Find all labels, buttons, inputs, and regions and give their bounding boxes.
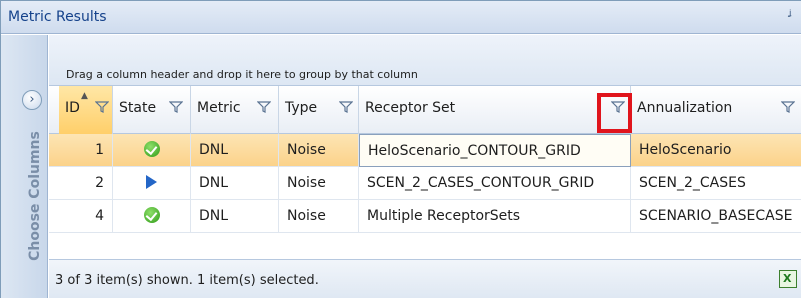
cell-annualization[interactable]: HeloScenario — [631, 134, 801, 167]
table-row[interactable]: 4 DNL Noise Multiple ReceptorSets SCENAR… — [49, 200, 801, 233]
status-text: 3 of 3 item(s) shown. 1 item(s) selected… — [55, 273, 319, 288]
column-header-label: State — [119, 100, 157, 116]
cell-id[interactable]: 2 — [59, 167, 113, 200]
cell-type[interactable]: Noise — [279, 167, 359, 200]
cell-id[interactable]: 4 — [59, 200, 113, 233]
highlighted-filter-callout — [597, 93, 632, 133]
cell-state[interactable] — [113, 134, 191, 167]
cell-receptor-set[interactable]: Multiple ReceptorSets — [359, 200, 631, 233]
expand-arrow-icon[interactable]: › — [22, 90, 42, 110]
filter-icon[interactable] — [339, 100, 353, 114]
cell-type[interactable]: Noise — [279, 134, 359, 167]
filter-icon[interactable] — [257, 100, 271, 114]
filter-icon[interactable] — [95, 100, 109, 114]
column-header-receptor-set[interactable]: Receptor Set — [359, 86, 631, 134]
grid-header: ID ▲ State Metric Type Receptor Set Annu… — [49, 86, 801, 134]
cell-annualization[interactable]: SCEN_2_CASES — [631, 167, 801, 200]
pin-icon[interactable]: ᶨ — [789, 8, 792, 24]
cell-receptor-set[interactable]: HeloScenario_CONTOUR_GRID — [359, 134, 631, 167]
column-header-type[interactable]: Type — [279, 86, 359, 134]
filter-icon[interactable] — [169, 100, 183, 114]
panel-title: Metric Results — [8, 9, 107, 25]
table-row[interactable]: 1 DNL Noise HeloScenario_CONTOUR_GRID He… — [49, 134, 801, 167]
group-by-hint: Drag a column header and drop it here to… — [66, 68, 418, 81]
column-header-label: ID — [65, 100, 80, 116]
choose-columns-sidebar[interactable]: › Choose Columns — [1, 35, 48, 298]
filter-icon[interactable] — [781, 100, 795, 114]
cell-metric[interactable]: DNL — [191, 167, 279, 200]
complete-checkmark-icon — [143, 141, 160, 157]
column-header-annualization[interactable]: Annualization — [631, 86, 801, 134]
column-header-metric[interactable]: Metric — [191, 86, 279, 134]
column-header-label: Type — [285, 100, 318, 116]
column-header-label: Receptor Set — [365, 100, 456, 116]
column-header-label: Annualization — [637, 100, 733, 116]
column-header-label: Metric — [197, 100, 241, 116]
cell-receptor-set[interactable]: SCEN_2_CASES_CONTOUR_GRID — [359, 167, 631, 200]
status-bar: 3 of 3 item(s) shown. 1 item(s) selected… — [49, 259, 801, 298]
cell-annualization[interactable]: SCENARIO_BASECASE — [631, 200, 801, 233]
column-header-state[interactable]: State — [113, 86, 191, 134]
cell-state[interactable] — [113, 167, 191, 200]
table-row[interactable]: 2 DNL Noise SCEN_2_CASES_CONTOUR_GRID SC… — [49, 167, 801, 200]
cell-id[interactable]: 1 — [59, 134, 113, 167]
choose-columns-label[interactable]: Choose Columns — [25, 131, 45, 261]
group-by-panel[interactable]: Drag a column header and drop it here to… — [49, 35, 801, 86]
complete-checkmark-icon — [143, 207, 160, 223]
cell-type[interactable]: Noise — [279, 200, 359, 233]
cell-metric[interactable]: DNL — [191, 200, 279, 233]
running-play-icon — [146, 175, 157, 189]
sort-ascending-icon: ▲ — [81, 91, 88, 101]
cell-state[interactable] — [113, 200, 191, 233]
column-header-id[interactable]: ID ▲ — [59, 86, 113, 134]
cell-metric[interactable]: DNL — [191, 134, 279, 167]
export-excel-icon[interactable] — [779, 270, 797, 288]
panel-titlebar: Metric Results ᶨ — [1, 1, 801, 34]
grid-empty-area — [49, 233, 801, 258]
